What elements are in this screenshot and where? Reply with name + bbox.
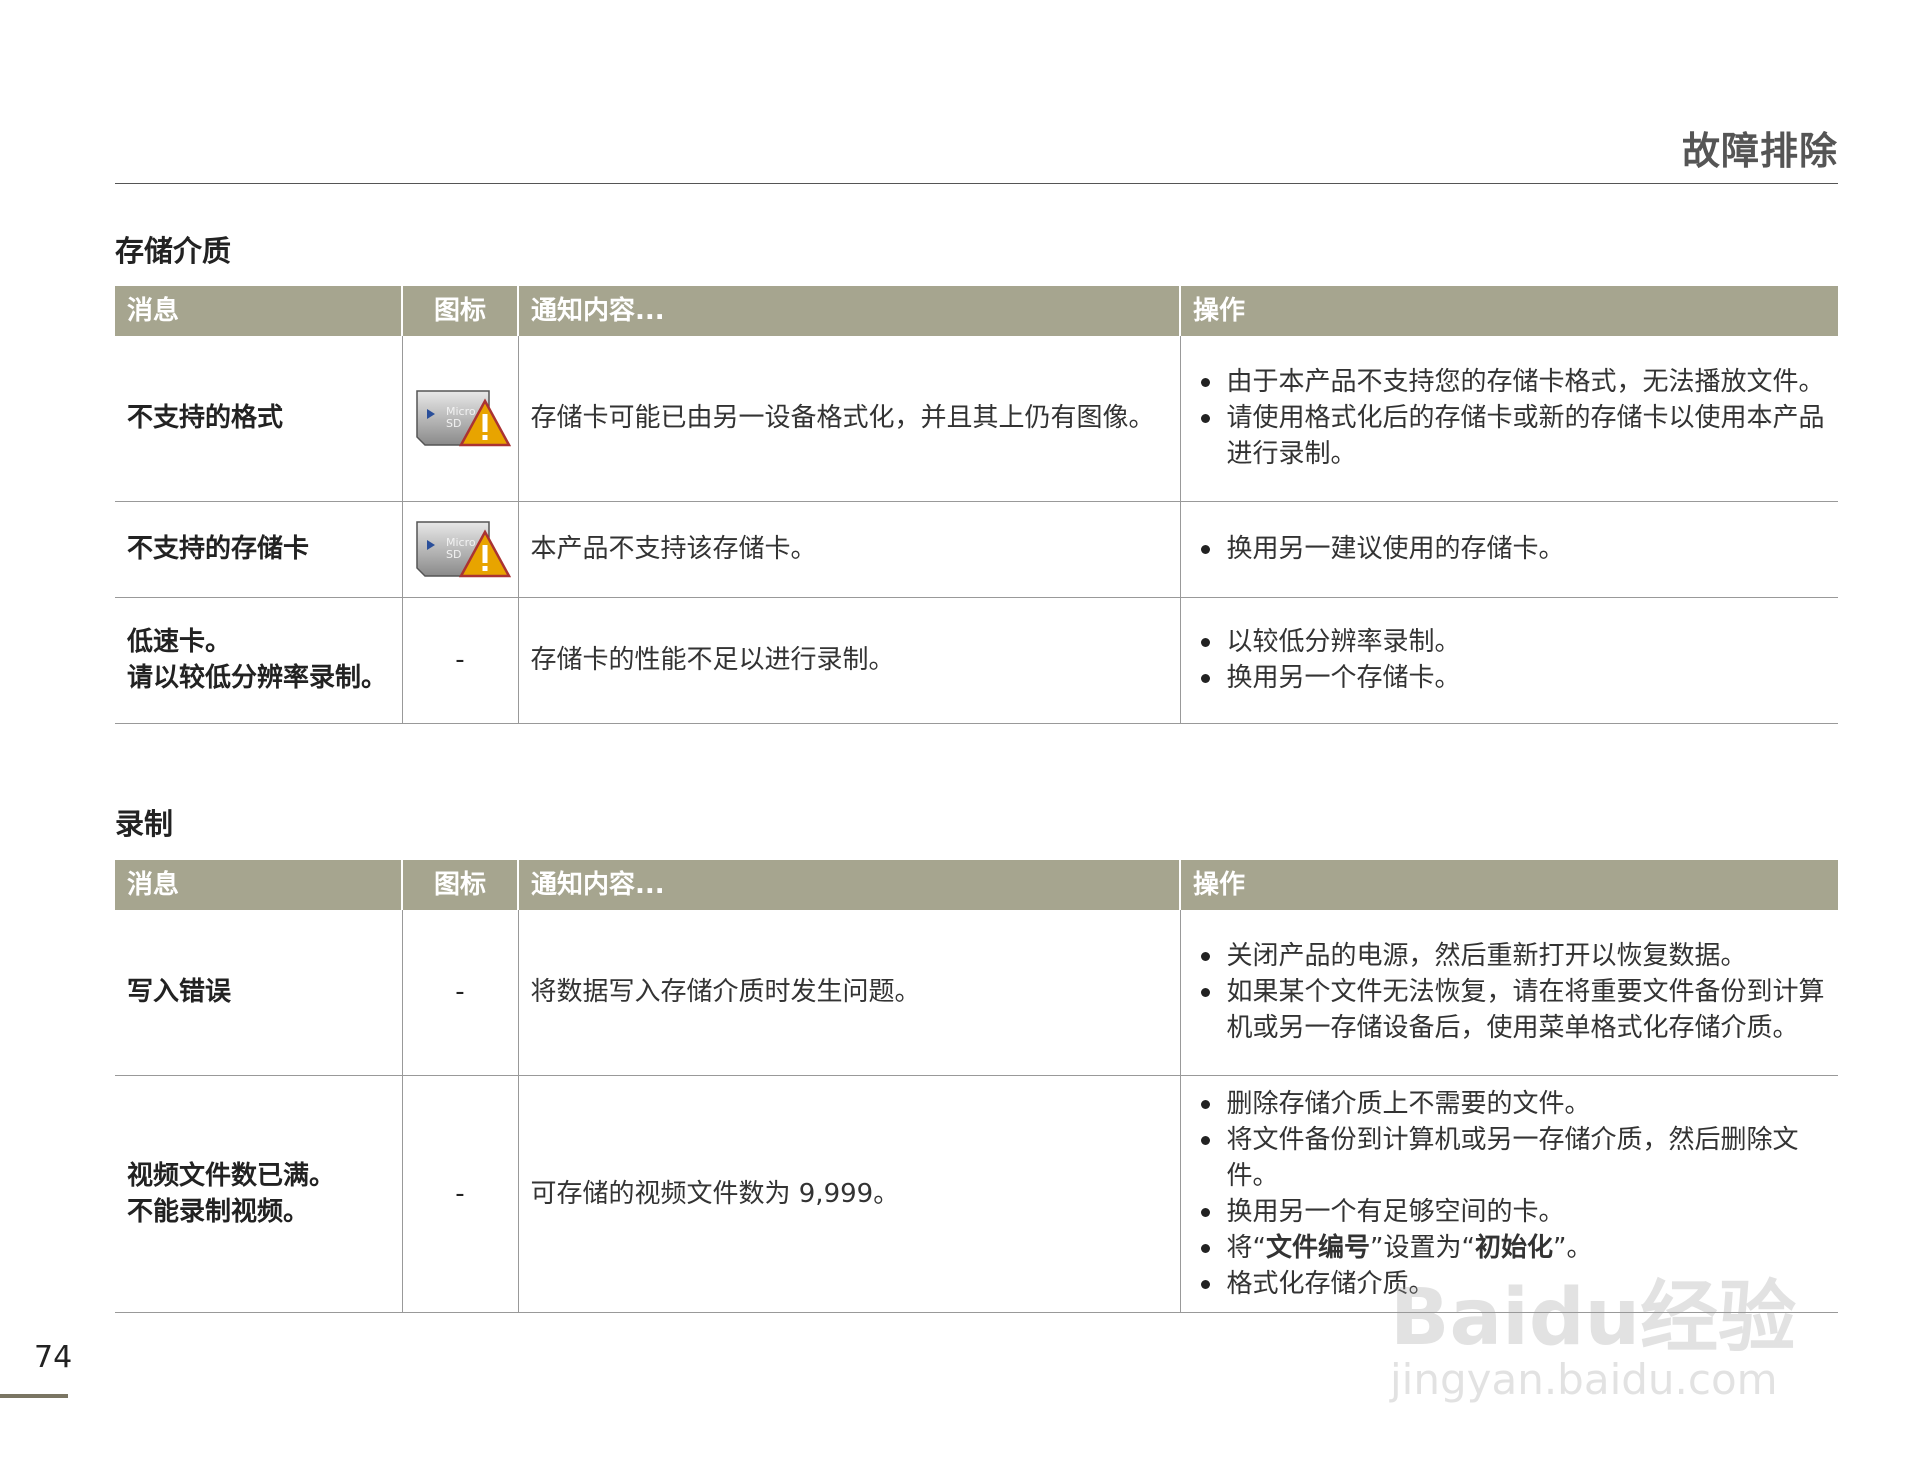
table-row: 写入错误 - 将数据写入存储介质时发生问题。 关闭产品的电源，然后重新打开以恢复… <box>115 910 1838 1076</box>
content-cell: 存储卡的性能不足以进行录制。 <box>518 597 1181 724</box>
col-header-action: 操作 <box>1180 860 1838 910</box>
action-item: 换用另一建议使用的存储卡。 <box>1193 531 1827 567</box>
content-cell: 本产品不支持该存储卡。 <box>518 501 1181 598</box>
message-cell: 不支持的存储卡 <box>115 501 403 598</box>
action-item: 删除存储介质上不需要的文件。 <box>1193 1086 1827 1122</box>
action-list: 由于本产品不支持您的存储卡格式，无法播放文件。 请使用格式化后的存储卡或新的存储… <box>1193 364 1827 472</box>
action-item: 关闭产品的电源，然后重新打开以恢复数据。 <box>1193 938 1827 974</box>
table-row: 低速卡。 请以较低分辨率录制。 - 存储卡的性能不足以进行录制。 以较低分辨率录… <box>115 597 1838 724</box>
storage-media-table: 消息 图标 通知内容... 操作 不支持的格式 Micro SD 存储卡可能已由… <box>115 286 1838 724</box>
table-row: 视频文件数已满。 不能录制视频。 - 可存储的视频文件数为 9,999。 删除存… <box>115 1075 1838 1313</box>
action-cell: 删除存储介质上不需要的文件。 将文件备份到计算机或另一存储介质，然后删除文件。 … <box>1180 1075 1838 1313</box>
action-text: 将“ <box>1226 1232 1266 1263</box>
col-header-message: 消息 <box>115 286 403 336</box>
icon-cell: Micro SD <box>402 336 519 502</box>
page-number: 74 <box>34 1340 73 1375</box>
action-text: ”设置为“ <box>1370 1232 1475 1263</box>
action-item: 将文件备份到计算机或另一存储介质，然后删除文件。 <box>1193 1122 1827 1194</box>
action-cell: 以较低分辨率录制。 换用另一个存储卡。 <box>1180 597 1838 724</box>
content-cell: 可存储的视频文件数为 9,999。 <box>518 1075 1181 1313</box>
action-item: 换用另一个有足够空间的卡。 <box>1193 1194 1827 1230</box>
content-cell: 存储卡可能已由另一设备格式化，并且其上仍有图像。 <box>518 336 1181 502</box>
action-list: 关闭产品的电源，然后重新打开以恢复数据。 如果某个文件无法恢复，请在将重要文件备… <box>1193 938 1827 1046</box>
content-cell: 将数据写入存储介质时发生问题。 <box>518 910 1181 1076</box>
icon-cell: - <box>402 1075 519 1313</box>
sd-label-sd: SD <box>446 417 461 430</box>
col-header-icon: 图标 <box>402 286 519 336</box>
icon-cell: - <box>402 597 519 724</box>
table-header-row: 消息 图标 通知内容... 操作 <box>115 860 1838 910</box>
microsd-warning-icon: Micro SD <box>415 390 511 447</box>
action-item: 格式化存储介质。 <box>1193 1266 1827 1302</box>
col-header-content: 通知内容... <box>518 286 1181 336</box>
action-list: 以较低分辨率录制。 换用另一个存储卡。 <box>1193 624 1827 696</box>
action-item: 以较低分辨率录制。 <box>1193 624 1827 660</box>
action-cell: 关闭产品的电源，然后重新打开以恢复数据。 如果某个文件无法恢复，请在将重要文件备… <box>1180 910 1838 1076</box>
message-cell: 不支持的格式 <box>115 336 403 502</box>
table-row: 不支持的存储卡 Micro SD 本产品不支持该存储卡。 换用另一建议使用的存储… <box>115 501 1838 598</box>
message-cell: 低速卡。 请以较低分辨率录制。 <box>115 597 403 724</box>
action-list: 删除存储介质上不需要的文件。 将文件备份到计算机或另一存储介质，然后删除文件。 … <box>1193 1086 1827 1302</box>
table-header-row: 消息 图标 通知内容... 操作 <box>115 286 1838 336</box>
col-header-content: 通知内容... <box>518 860 1181 910</box>
message-cell: 写入错误 <box>115 910 403 1076</box>
action-item-file-number: 将“文件编号”设置为“初始化”。 <box>1193 1230 1827 1266</box>
action-item: 如果某个文件无法恢复，请在将重要文件备份到计算机或另一存储设备后，使用菜单格式化… <box>1193 974 1827 1046</box>
action-item: 换用另一个存储卡。 <box>1193 660 1827 696</box>
page-number-rule <box>0 1394 68 1398</box>
action-cell: 换用另一建议使用的存储卡。 <box>1180 501 1838 598</box>
col-header-message: 消息 <box>115 860 403 910</box>
microsd-warning-icon: Micro SD <box>415 521 511 578</box>
watermark-url: jingyan.baidu.com <box>1390 1355 1778 1404</box>
action-cell: 由于本产品不支持您的存储卡格式，无法播放文件。 请使用格式化后的存储卡或新的存储… <box>1180 336 1838 502</box>
col-header-action: 操作 <box>1180 286 1838 336</box>
menu-term-file-number: 文件编号 <box>1265 1232 1370 1263</box>
message-cell: 视频文件数已满。 不能录制视频。 <box>115 1075 403 1313</box>
table-row: 不支持的格式 Micro SD 存储卡可能已由另一设备格式化，并且其上仍有图像。… <box>115 336 1838 502</box>
header-rule <box>115 183 1838 184</box>
sd-label-sd: SD <box>446 548 461 561</box>
page-header-title: 故障排除 <box>1681 129 1838 173</box>
col-header-icon: 图标 <box>402 860 519 910</box>
recording-table: 消息 图标 通知内容... 操作 写入错误 - 将数据写入存储介质时发生问题。 … <box>115 860 1838 1313</box>
action-text: ”。 <box>1552 1232 1593 1263</box>
section-title-recording: 录制 <box>115 807 174 841</box>
section-title-storage: 存储介质 <box>115 234 232 268</box>
action-list: 换用另一建议使用的存储卡。 <box>1193 531 1827 567</box>
action-item: 请使用格式化后的存储卡或新的存储卡以使用本产品进行录制。 <box>1193 400 1827 472</box>
icon-cell: Micro SD <box>402 501 519 598</box>
icon-cell: - <box>402 910 519 1076</box>
action-item: 由于本产品不支持您的存储卡格式，无法播放文件。 <box>1193 364 1827 400</box>
menu-term-reset: 初始化 <box>1474 1232 1553 1263</box>
